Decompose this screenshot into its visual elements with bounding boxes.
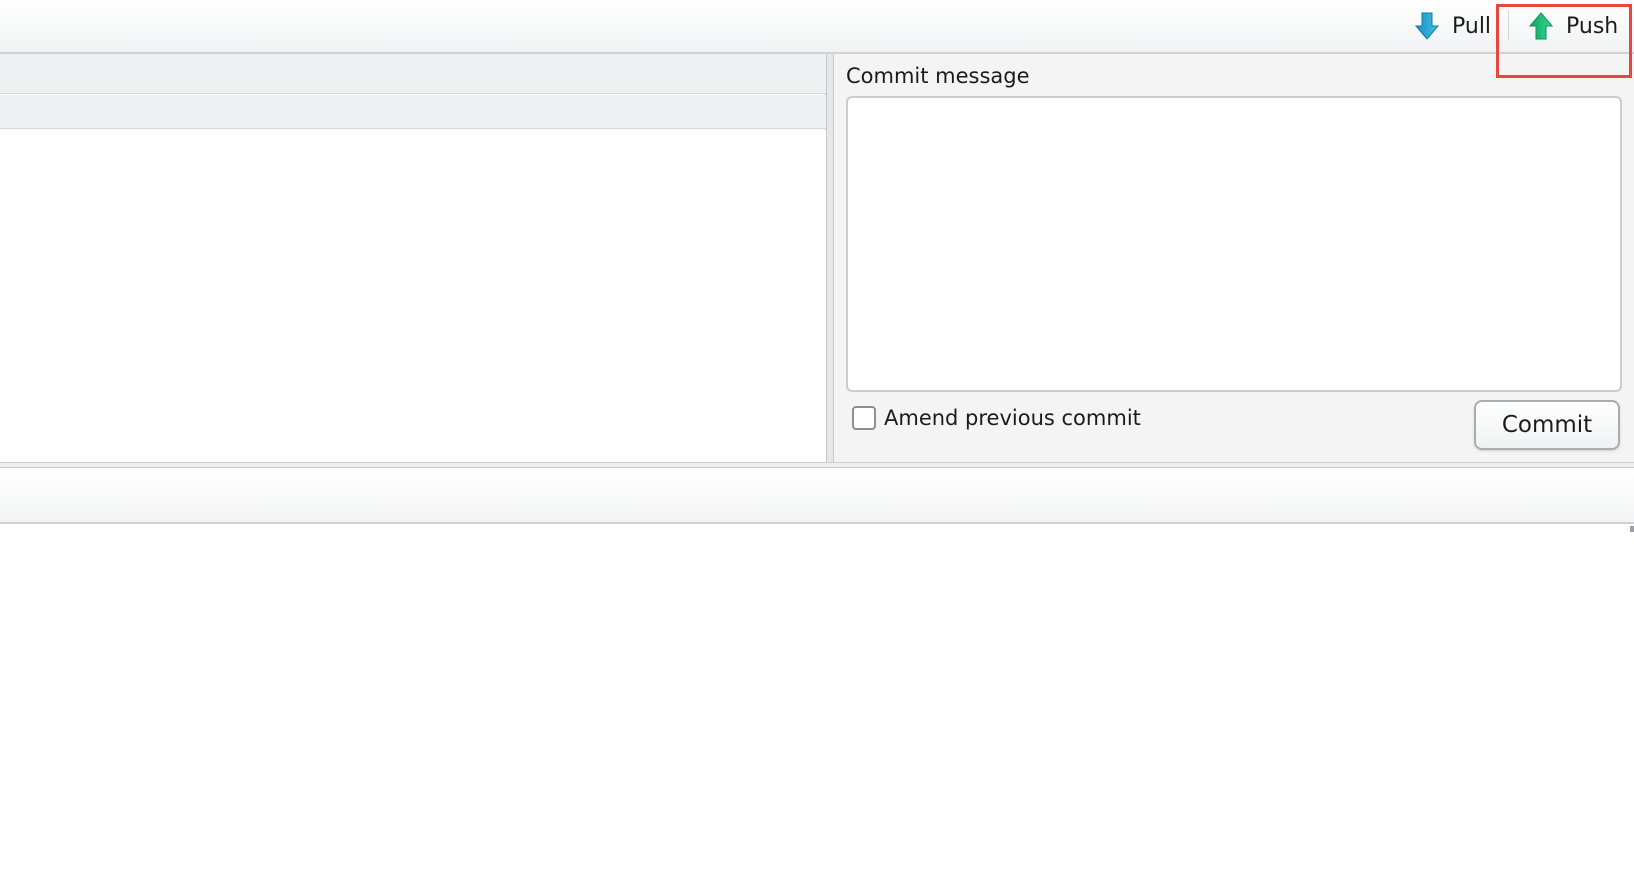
changes-header <box>0 54 826 94</box>
commit-panel: Commit message Amend previous commit Com… <box>834 54 1634 462</box>
bottom-toolbar <box>0 468 1634 524</box>
commit-message-label: Commit message <box>846 64 1030 88</box>
diff-area <box>0 524 1634 876</box>
changes-column-header <box>0 95 826 129</box>
changes-list[interactable] <box>0 130 826 462</box>
amend-label: Amend previous commit <box>884 406 1141 430</box>
commit-message-input[interactable] <box>846 96 1622 392</box>
pull-label: Pull <box>1452 13 1492 39</box>
commit-button[interactable]: Commit <box>1474 400 1620 450</box>
pull-button[interactable]: Pull <box>1414 8 1491 44</box>
top-toolbar: Pull Push <box>0 0 1634 54</box>
arrow-down-icon <box>1414 12 1440 40</box>
git-window: Pull Push Commit message Amend previous … <box>0 0 1634 876</box>
push-button[interactable]: Push <box>1528 8 1618 44</box>
changes-pane <box>0 54 826 462</box>
amend-option[interactable]: Amend previous commit <box>852 406 1141 430</box>
toolbar-separator <box>1508 10 1509 40</box>
scrollbar-handle[interactable] <box>1630 526 1634 532</box>
pane-splitter[interactable] <box>826 54 834 462</box>
amend-checkbox[interactable] <box>852 406 876 430</box>
arrow-up-icon <box>1528 12 1554 40</box>
push-label: Push <box>1566 13 1619 39</box>
